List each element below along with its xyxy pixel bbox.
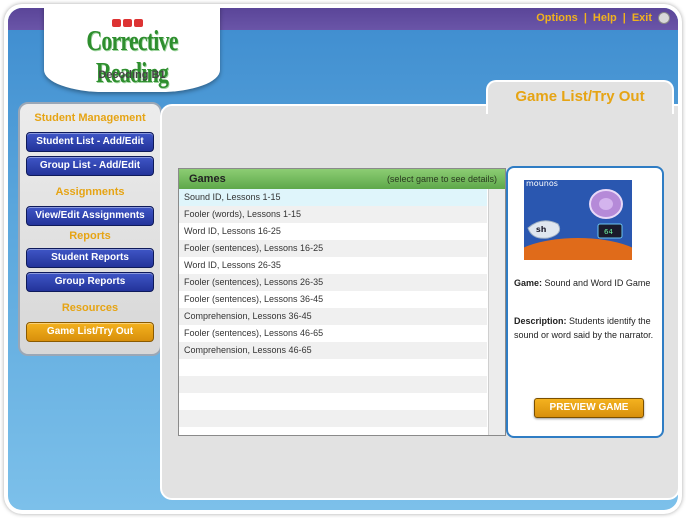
thumb-word-top: mounos bbox=[526, 180, 558, 188]
games-hint: (select game to see details) bbox=[386, 174, 497, 184]
game-description: Description: Students identify the sound… bbox=[514, 314, 654, 342]
game-value: Sound and Word ID Game bbox=[544, 278, 651, 288]
app-subtitle: Decoding B1 bbox=[98, 69, 166, 81]
list-item-empty bbox=[179, 393, 487, 410]
app-logo: Corrective Reading Decoding B1 bbox=[44, 8, 220, 92]
options-link[interactable]: Options bbox=[536, 12, 578, 24]
help-link[interactable]: Help bbox=[593, 12, 617, 24]
top-links: Options | Help | Exit bbox=[536, 12, 670, 24]
games-title: Games bbox=[189, 173, 226, 185]
exit-link[interactable]: Exit bbox=[632, 12, 652, 24]
list-item-empty bbox=[179, 410, 487, 427]
games-list: Sound ID, Lessons 1-15 Fooler (words), L… bbox=[179, 189, 487, 435]
games-list-box: Games (select game to see details) Sound… bbox=[178, 168, 506, 436]
app-frame: Options | Help | Exit Corrective Reading… bbox=[4, 4, 682, 514]
list-item[interactable]: Word ID, Lessons 16-25 bbox=[179, 223, 487, 240]
list-item[interactable]: Fooler (sentences), Lessons 16-25 bbox=[179, 240, 487, 257]
game-detail-panel: mounos sh 64 Game: Sound and Word ID Gam… bbox=[506, 166, 664, 438]
page-title: Game List/Try Out bbox=[515, 88, 645, 105]
list-item[interactable]: Fooler (sentences), Lessons 26-35 bbox=[179, 274, 487, 291]
exit-icon[interactable] bbox=[658, 12, 670, 24]
student-reports-button[interactable]: Student Reports bbox=[26, 248, 154, 268]
list-item-empty bbox=[179, 376, 487, 393]
games-scrollbar[interactable] bbox=[488, 189, 505, 435]
group-list-button[interactable]: Group List - Add/Edit bbox=[26, 156, 154, 176]
sidebar-heading-resources: Resources bbox=[61, 302, 119, 314]
page-tab: Game List/Try Out bbox=[486, 80, 674, 114]
list-item-empty bbox=[179, 359, 487, 376]
list-item[interactable]: Fooler (sentences), Lessons 46-65 bbox=[179, 325, 487, 342]
view-edit-assignments-button[interactable]: View/Edit Assignments bbox=[26, 206, 154, 226]
list-item[interactable]: Fooler (words), Lessons 1-15 bbox=[179, 206, 487, 223]
game-name: Game: Sound and Word ID Game bbox=[514, 276, 654, 290]
student-list-button[interactable]: Student List - Add/Edit bbox=[26, 132, 154, 152]
games-header: Games (select game to see details) bbox=[179, 169, 505, 189]
sidebar-heading-assignments: Assignments bbox=[55, 186, 125, 198]
game-scene-icon: mounos sh 64 bbox=[524, 180, 632, 260]
thumb-word-left: sh bbox=[536, 225, 547, 234]
group-reports-button[interactable]: Group Reports bbox=[26, 272, 154, 292]
separator: | bbox=[622, 12, 626, 24]
app-background: Options | Help | Exit Corrective Reading… bbox=[8, 8, 678, 510]
list-item[interactable]: Sound ID, Lessons 1-15 bbox=[179, 189, 487, 206]
thumb-score: 64 bbox=[604, 228, 613, 236]
game-list-button[interactable]: Game List/Try Out bbox=[26, 322, 154, 342]
sidebar-heading-reports: Reports bbox=[69, 230, 111, 242]
preview-game-button[interactable]: PREVIEW GAME bbox=[534, 398, 644, 418]
list-item[interactable]: Fooler (sentences), Lessons 36-45 bbox=[179, 291, 487, 308]
sidebar: Student Management Student List - Add/Ed… bbox=[18, 102, 162, 356]
list-item[interactable]: Comprehension, Lessons 36-45 bbox=[179, 308, 487, 325]
list-item[interactable]: Comprehension, Lessons 46-65 bbox=[179, 342, 487, 359]
sidebar-heading-student-management: Student Management bbox=[34, 112, 146, 124]
game-label: Game: bbox=[514, 278, 543, 288]
list-item[interactable]: Word ID, Lessons 26-35 bbox=[179, 257, 487, 274]
separator: | bbox=[583, 12, 587, 24]
description-label: Description: bbox=[514, 316, 567, 326]
game-thumbnail: mounos sh 64 bbox=[524, 180, 632, 260]
